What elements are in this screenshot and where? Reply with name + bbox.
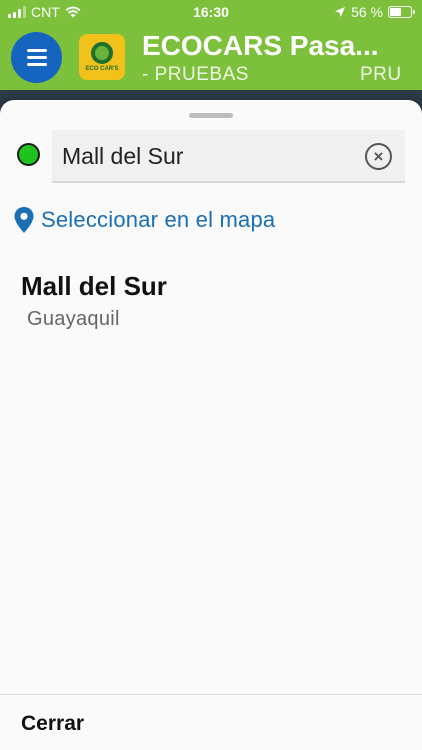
- select-on-map-link[interactable]: Seleccionar en el mapa: [13, 206, 275, 234]
- select-on-map-label: Seleccionar en el mapa: [41, 207, 276, 232]
- search-input[interactable]: [62, 140, 352, 172]
- destination-sheet: × Seleccionar en el mapa Mall del Sur Gu…: [0, 100, 422, 750]
- app-logo: ECO CAR'S: [79, 34, 125, 80]
- battery-level: [390, 8, 401, 16]
- battery-percent: 56 %: [351, 4, 383, 20]
- close-icon: ×: [373, 147, 384, 166]
- status-right: 56 %: [334, 4, 415, 20]
- app-subtitle-right: PRU: [360, 64, 402, 85]
- result-title: Mall del Sur: [21, 271, 167, 301]
- status-bar: CNT 16:30 56 %: [0, 0, 422, 24]
- map-pin-icon: [14, 207, 34, 233]
- app-title: ECOCARS Pasa...: [142, 30, 379, 61]
- close-button[interactable]: Cerrar: [21, 712, 84, 736]
- clear-search-button[interactable]: ×: [365, 143, 392, 170]
- app-header: ECO CAR'S ECOCARS Pasa... - PRUEBAS PRU: [0, 24, 422, 90]
- location-arrow-icon: [335, 7, 346, 17]
- menu-button[interactable]: [11, 32, 62, 83]
- search-result-item[interactable]: Mall del Sur Guayaquil: [21, 271, 401, 331]
- battery-icon: [388, 6, 415, 18]
- result-subtitle: Guayaquil: [27, 308, 120, 330]
- search-field[interactable]: ×: [52, 130, 405, 183]
- app-subtitle: - PRUEBAS PRU: [142, 64, 422, 86]
- divider: [0, 694, 422, 695]
- wheel-icon: [91, 42, 113, 64]
- hamburger-icon: [26, 49, 47, 52]
- app-subtitle-left: - PRUEBAS: [142, 64, 249, 85]
- sheet-drag-handle[interactable]: [189, 113, 233, 118]
- origin-dot-icon: [17, 143, 40, 166]
- logo-text: ECO CAR'S: [85, 66, 119, 72]
